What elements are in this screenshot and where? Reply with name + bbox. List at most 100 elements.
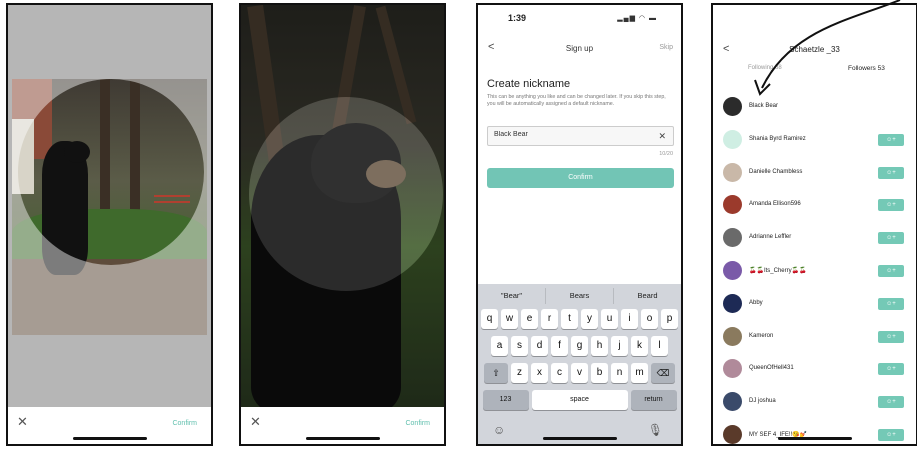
confirm-button[interactable]: Confirm bbox=[487, 168, 674, 188]
list-item[interactable]: QueenOfHell431 ☺+ bbox=[713, 353, 916, 386]
list-item[interactable]: Adrianne Leffler ☺+ bbox=[713, 222, 916, 255]
avatar[interactable] bbox=[723, 129, 742, 149]
key[interactable]: v bbox=[571, 363, 588, 383]
follow-back-button[interactable]: ☺+ bbox=[878, 199, 904, 212]
avatar[interactable] bbox=[723, 195, 742, 215]
crop-circle[interactable] bbox=[18, 79, 204, 265]
home-indicator bbox=[305, 437, 380, 440]
clear-icon[interactable]: ✕ bbox=[658, 131, 666, 142]
suggestion-item[interactable]: Bears bbox=[546, 288, 614, 304]
key[interactable]: g bbox=[571, 336, 588, 356]
list-item[interactable]: Shania Byrd Ramirez ☺+ bbox=[713, 124, 916, 157]
nickname-input[interactable] bbox=[494, 131, 644, 138]
follow-back-button[interactable]: ☺+ bbox=[878, 330, 904, 343]
avatar[interactable] bbox=[723, 260, 742, 280]
follower-name[interactable]: QueenOfHell431 bbox=[749, 365, 794, 371]
tab-following[interactable]: Following 68 bbox=[748, 65, 782, 71]
follow-back-button[interactable]: ☺+ bbox=[878, 396, 904, 409]
close-icon[interactable]: ✕ bbox=[250, 414, 261, 430]
skip-button[interactable]: Skip bbox=[659, 44, 673, 51]
follower-name[interactable]: 🍒🍒Its_Cherry🍒🍒 bbox=[749, 267, 807, 274]
key[interactable]: y bbox=[581, 309, 598, 329]
nickname-field[interactable]: ✕ bbox=[487, 126, 674, 146]
avatar[interactable] bbox=[723, 228, 742, 248]
return-key[interactable]: return bbox=[630, 390, 677, 410]
follow-back-button[interactable]: ☺+ bbox=[878, 363, 904, 376]
home-indicator bbox=[777, 437, 852, 440]
key[interactable]: o bbox=[641, 309, 658, 329]
follower-name[interactable]: Adrianne Leffler bbox=[749, 234, 791, 240]
avatar[interactable] bbox=[723, 359, 742, 379]
key[interactable]: n bbox=[611, 363, 628, 383]
follow-back-button[interactable]: ☺+ bbox=[878, 428, 904, 441]
emoji-icon[interactable]: ☺ bbox=[493, 423, 505, 437]
shift-icon[interactable]: ⇧ bbox=[484, 363, 508, 383]
avatar[interactable] bbox=[723, 392, 742, 412]
key[interactable]: c bbox=[551, 363, 568, 383]
avatar[interactable] bbox=[723, 326, 742, 346]
follow-back-button[interactable]: ☺+ bbox=[878, 297, 904, 310]
list-item[interactable]: MY SEF 4_IFE!!😘💅 ☺+ bbox=[713, 419, 916, 444]
key[interactable]: p bbox=[661, 309, 678, 329]
space-key[interactable]: space bbox=[531, 390, 628, 410]
key[interactable]: e bbox=[521, 309, 538, 329]
confirm-button[interactable]: Confirm bbox=[172, 420, 197, 427]
key[interactable]: r bbox=[541, 309, 558, 329]
list-item[interactable]: 🍒🍒Its_Cherry🍒🍒 ☺+ bbox=[713, 255, 916, 288]
list-item[interactable]: DJ joshua ☺+ bbox=[713, 386, 916, 419]
list-item[interactable]: Abby ☺+ bbox=[713, 288, 916, 321]
follower-name[interactable]: DJ joshua bbox=[749, 398, 776, 404]
tab-followers[interactable]: Followers 53 bbox=[848, 65, 885, 72]
suggestion-item[interactable]: "Bear" bbox=[478, 288, 546, 304]
list-item[interactable]: Amanda Ellison596 ☺+ bbox=[713, 189, 916, 222]
confirm-button[interactable]: Confirm bbox=[405, 420, 430, 427]
key[interactable]: l bbox=[651, 336, 668, 356]
key[interactable]: b bbox=[591, 363, 608, 383]
follower-name[interactable]: Amanda Ellison596 bbox=[749, 201, 801, 207]
follower-name[interactable]: Black Bear bbox=[749, 103, 778, 109]
close-icon[interactable]: ✕ bbox=[17, 414, 28, 430]
key[interactable]: s bbox=[511, 336, 528, 356]
key[interactable]: h bbox=[591, 336, 608, 356]
follow-back-button[interactable]: ☺+ bbox=[878, 166, 904, 179]
follower-name[interactable]: Danielle Chambless bbox=[749, 169, 802, 175]
key[interactable]: q bbox=[481, 309, 498, 329]
key[interactable]: i bbox=[621, 309, 638, 329]
follow-back-button[interactable]: ☺+ bbox=[878, 232, 904, 245]
list-item[interactable]: Black Bear bbox=[713, 91, 916, 124]
list-item[interactable]: Danielle Chambless ☺+ bbox=[713, 157, 916, 190]
key[interactable]: j bbox=[611, 336, 628, 356]
signup-screen: 1:39 ▂▄▆ ◠ ▬ < Sign up Skip Create nickn… bbox=[476, 3, 683, 446]
avatar[interactable] bbox=[723, 162, 742, 182]
suggestion-item[interactable]: Beard bbox=[614, 288, 681, 304]
delete-icon[interactable]: ⌫ bbox=[651, 363, 675, 383]
key[interactable]: d bbox=[531, 336, 548, 356]
key[interactable]: f bbox=[551, 336, 568, 356]
follower-name[interactable]: Shania Byrd Ramirez bbox=[749, 136, 806, 142]
key[interactable]: m bbox=[631, 363, 648, 383]
key[interactable]: u bbox=[601, 309, 618, 329]
page-title: Schaetzle _33 bbox=[789, 45, 840, 54]
key[interactable]: t bbox=[561, 309, 578, 329]
key[interactable]: w bbox=[501, 309, 518, 329]
key[interactable]: k bbox=[631, 336, 648, 356]
follow-back-button[interactable]: ☺+ bbox=[878, 264, 904, 277]
key-row-2: a s d f g h j k l bbox=[478, 336, 681, 356]
followers-list: Black Bear Shania Byrd Ramirez ☺+ Danielle … bbox=[713, 91, 916, 444]
key[interactable]: z bbox=[511, 363, 528, 383]
avatar[interactable] bbox=[723, 293, 742, 313]
key[interactable]: x bbox=[531, 363, 548, 383]
avatar[interactable] bbox=[723, 97, 742, 116]
follower-name[interactable]: Abby bbox=[749, 300, 763, 306]
nav-title: Sign up bbox=[565, 44, 594, 53]
follow-back-button[interactable]: ☺+ bbox=[878, 133, 904, 146]
crop-circle[interactable] bbox=[249, 97, 443, 291]
key[interactable]: a bbox=[491, 336, 508, 356]
list-item[interactable]: Kameron ☺+ bbox=[713, 321, 916, 354]
avatar[interactable] bbox=[723, 424, 742, 444]
microphone-icon[interactable]: 🎙 bbox=[648, 423, 663, 437]
numbers-key[interactable]: 123 bbox=[482, 390, 529, 410]
key-row-3: ⇧ z x c v b n m ⌫ bbox=[478, 363, 681, 383]
status-time: 1:39 bbox=[508, 13, 527, 23]
follower-name[interactable]: Kameron bbox=[749, 333, 773, 339]
